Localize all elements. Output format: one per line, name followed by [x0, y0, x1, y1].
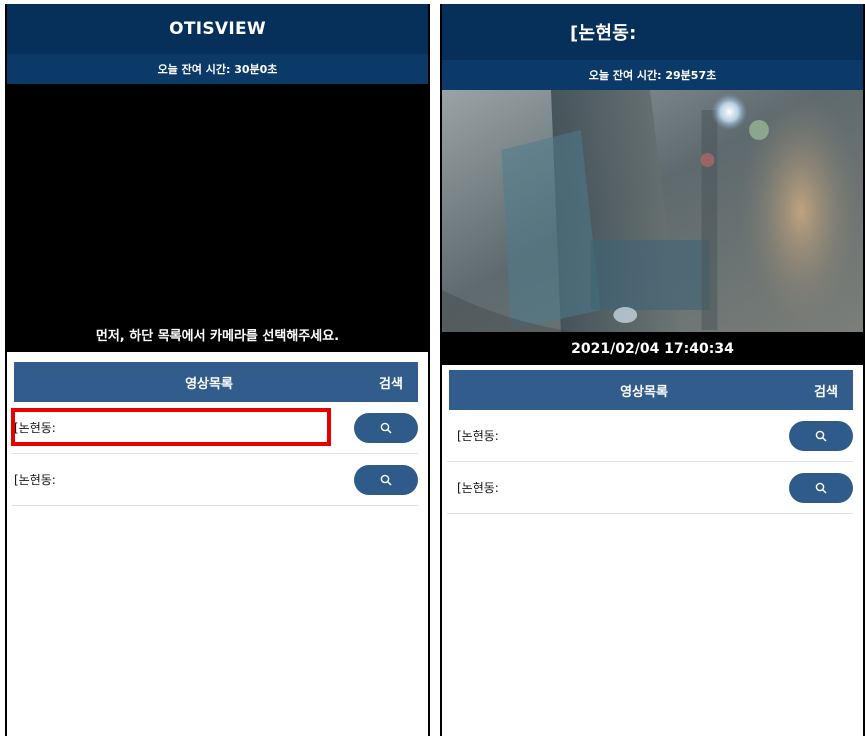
camera-name: [논현동:	[14, 473, 56, 487]
search-icon	[380, 422, 392, 434]
camera-list-item[interactable]: [논현동:	[447, 410, 853, 462]
video-list-column-label: 영상목록	[185, 376, 233, 392]
camera-name: [논현동:	[457, 429, 499, 443]
search-column-label: 검색	[814, 384, 838, 400]
camera-search-button[interactable]	[789, 472, 853, 503]
video-list-header: 영상목록 검색	[449, 370, 853, 410]
search-icon	[815, 482, 827, 494]
video-list-header: 영상목록 검색	[14, 362, 418, 402]
remaining-time-bar: 오늘 잔여 시간: 29분57초	[442, 60, 863, 90]
search-column-label: 검색	[379, 376, 403, 392]
remaining-time-text: 오늘 잔여 시간: 30분0초	[157, 63, 278, 76]
search-icon	[380, 474, 392, 486]
app-title: OTISVIEW	[169, 19, 266, 39]
right-phone-screen: [논현동: 오늘 잔여 시간: 29분57초 2021/02/04 17:40:…	[440, 4, 865, 736]
video-player: 먼저, 하단 목록에서 카메라를 선택해주세요.	[7, 84, 428, 352]
remaining-time-text: 오늘 잔여 시간: 29분57초	[588, 69, 717, 82]
camera-list-item[interactable]: [논현동:	[11, 402, 418, 454]
camera-search-button[interactable]	[354, 412, 418, 443]
search-icon	[815, 430, 827, 442]
camera-list-item[interactable]: [논현동:	[447, 462, 853, 514]
video-list-column-label: 영상목록	[620, 384, 668, 400]
camera-name: [논현동:	[457, 481, 499, 495]
camera-search-button[interactable]	[789, 420, 853, 451]
video-timestamp: 2021/02/04 17:40:34	[442, 332, 863, 365]
camera-title: [논현동:	[570, 23, 637, 44]
video-player[interactable]: 2021/02/04 17:40:34	[442, 90, 863, 365]
camera-list-item[interactable]: [논현동:	[12, 454, 418, 506]
selection-highlight	[11, 408, 331, 446]
select-camera-message: 먼저, 하단 목록에서 카메라를 선택해주세요.	[95, 329, 340, 344]
camera-search-button[interactable]	[354, 464, 418, 495]
remaining-time-bar: 오늘 잔여 시간: 30분0초	[7, 54, 428, 84]
camera-title-bar: [논현동:	[442, 4, 863, 60]
left-phone-screen: OTISVIEW 오늘 잔여 시간: 30분0초 먼저, 하단 목록에서 카메라…	[5, 4, 430, 736]
app-title-bar: OTISVIEW	[7, 4, 428, 54]
camera-feed-image	[442, 90, 863, 332]
